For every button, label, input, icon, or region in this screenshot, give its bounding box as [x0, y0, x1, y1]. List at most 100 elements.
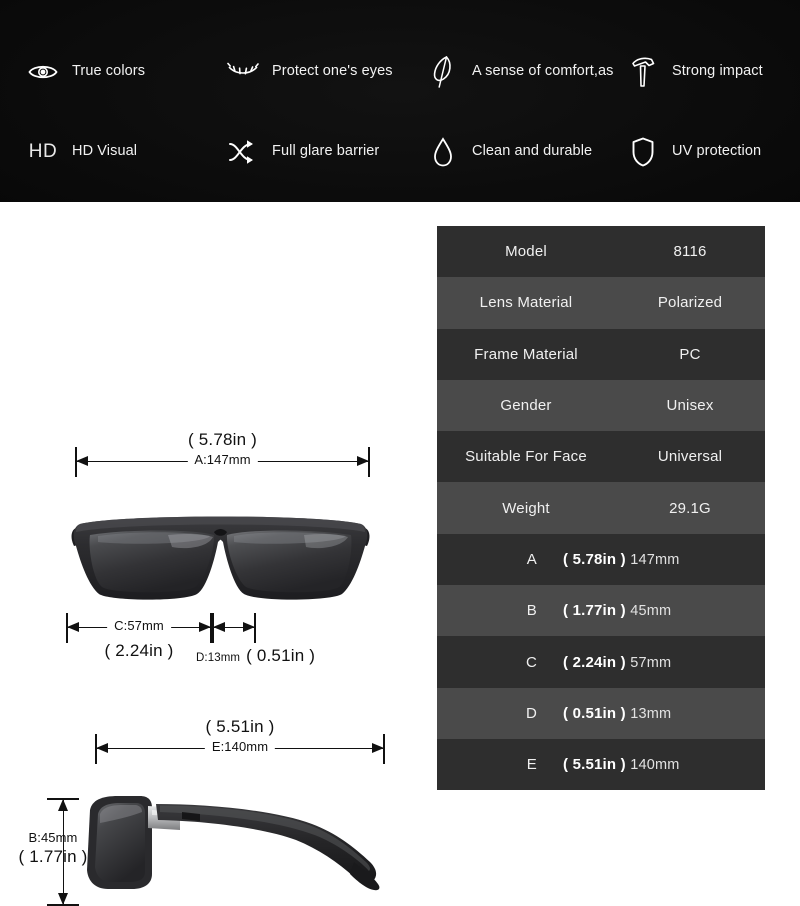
dimension-d-labels: D:13mm ( 0.51in ) — [196, 646, 315, 666]
spec-value-mm: 147mm — [630, 551, 680, 568]
feature-label: A sense of comfort,as — [472, 63, 614, 80]
spec-key: Weight — [502, 499, 550, 517]
spec-row: A( 5.78in ) 147mm — [437, 533, 765, 586]
spec-value-inches: ( 0.51in ) — [563, 704, 626, 722]
spec-value: ( 5.51in ) 140mm — [537, 756, 765, 773]
product-diagram-panel: ( 5.78in ) A:147mm C:57mm (2.24in) D:1… — [0, 202, 437, 906]
spec-value: Polarized — [657, 294, 723, 312]
dimension-d-arrow — [212, 613, 256, 643]
sunglasses-front-view — [68, 502, 373, 614]
feature-item-true-colors: True colors — [0, 32, 200, 112]
feature-item-protect-eyes: Protect one's eyes — [200, 32, 400, 112]
spec-key: B — [526, 602, 537, 620]
spec-row: Lens Material Polarized — [437, 277, 765, 329]
dimension-d-callout — [212, 613, 256, 643]
spec-row: E( 5.51in ) 140mm — [437, 738, 765, 791]
feature-label: Full glare barrier — [272, 143, 380, 160]
spec-key: Model — [505, 243, 547, 261]
dimension-a-callout: ( 5.78in ) A:147mm — [75, 430, 370, 477]
spec-value-inches: ( 5.78in ) — [563, 550, 626, 568]
spec-value: Universal — [657, 448, 723, 466]
specification-table: Model 8116 Lens Material Polarized Frame Mat… — [437, 226, 765, 800]
spec-key: Frame Material — [474, 345, 578, 363]
spec-key: C — [525, 653, 537, 671]
dimension-c-arrow: C:57mm — [66, 613, 212, 643]
spec-value: 29.1G — [669, 499, 711, 517]
spec-value: ( 2.24in ) 57mm — [537, 654, 765, 671]
feature-label: Protect one's eyes — [272, 63, 393, 80]
shield-icon — [626, 134, 660, 170]
spec-row: Gender Unisex — [437, 379, 765, 432]
spec-row: B( 1.77in ) 45mm — [437, 585, 765, 637]
dimension-a-arrow: A:147mm — [75, 447, 370, 477]
arrow-head-bottom — [58, 893, 69, 905]
feature-label: True colors — [72, 63, 146, 80]
feature-item-clean-durable: Clean and durable — [400, 112, 600, 192]
spec-row: Weight 29.1G — [437, 482, 765, 534]
arrow-head-right — [199, 622, 211, 632]
hammer-icon — [626, 54, 660, 90]
eye-icon — [26, 54, 60, 90]
arrow-head-right — [357, 456, 369, 466]
spec-row: C( 2.24in ) 57mm — [437, 636, 765, 688]
dimension-a-mm: A:147mm — [187, 452, 258, 467]
feature-label: UV protection — [672, 143, 762, 160]
feature-label: Strong impact — [672, 63, 763, 80]
dimension-d-mm: D:13mm — [196, 652, 241, 664]
dimension-c-inches: ( 2.24in ) — [104, 641, 174, 660]
spec-row: Frame Material PC — [437, 328, 765, 380]
spec-value-inches: ( 5.51in ) — [563, 756, 626, 774]
spec-value: ( 5.78in ) 147mm — [537, 551, 765, 568]
spec-key: Suitable For Face — [465, 448, 587, 466]
feature-item-uv-protection: UV protection — [600, 112, 800, 192]
feature-label: Clean and durable — [472, 143, 593, 160]
spec-key: A — [526, 550, 537, 568]
spec-key: Gender — [500, 397, 552, 415]
spec-value-mm: 45mm — [630, 603, 672, 620]
dimension-e-inches: ( 5.51in ) — [205, 717, 275, 736]
sunglasses-side-view — [78, 790, 388, 895]
arrow-head-left — [76, 456, 88, 466]
feature-item-comfort: A sense of comfort,as — [400, 32, 613, 112]
spec-value-inches: ( 1.77in ) — [563, 602, 626, 620]
spec-value-mm: 140mm — [630, 757, 680, 774]
spec-value-mm: 57mm — [630, 654, 672, 671]
spec-value: PC — [679, 345, 701, 363]
arrow-head-left — [67, 622, 79, 632]
arrow-head-left — [213, 622, 225, 632]
spec-value: ( 0.51in ) 13mm — [537, 705, 765, 722]
water-drop-icon — [426, 134, 460, 170]
spec-key: D — [525, 704, 537, 722]
arrow-head-left — [96, 743, 108, 753]
feature-banner: True colors Protect one's eyes A sense o… — [0, 0, 800, 202]
spec-row: Suitable For Face Universal — [437, 431, 765, 483]
arrow-head-top — [58, 799, 69, 811]
spec-value-mm: 13mm — [630, 705, 672, 722]
spec-value: Unisex — [666, 397, 714, 415]
feature-item-glare-barrier: Full glare barrier — [200, 112, 400, 192]
spec-value: ( 1.77in ) 45mm — [537, 602, 765, 619]
feature-item-strong-impact: Strong impact — [600, 32, 800, 112]
feature-row-bottom: HD HD Visual Full glare barrier Clean an… — [0, 112, 800, 192]
spec-row: Model 8116 — [437, 226, 765, 278]
feature-item-hd-visual: HD HD Visual — [0, 112, 200, 192]
dimension-e-callout: ( 5.51in ) E:140mm — [95, 717, 385, 764]
dimension-c-mm: C:57mm — [107, 618, 171, 633]
hd-text-icon: HD — [28, 141, 58, 162]
spec-value-inches: ( 2.24in ) — [563, 653, 626, 671]
feature-label: HD Visual — [72, 143, 138, 160]
spec-key: E — [526, 756, 537, 774]
spec-row: D( 0.51in ) 13mm — [437, 687, 765, 739]
dimension-d-inches: ( 0.51in ) — [246, 646, 316, 665]
dimension-e-mm: E:140mm — [204, 739, 276, 754]
feather-icon — [426, 54, 460, 90]
dimension-c-callout: C:57mm ( 2.24in ) — [66, 613, 212, 661]
dimension-a-inches: ( 5.78in ) — [187, 430, 258, 449]
spec-value: 8116 — [673, 243, 707, 261]
eyelash-icon — [226, 54, 260, 90]
spec-key: Lens Material — [479, 294, 573, 312]
feature-row-top: True colors Protect one's eyes A sense o… — [0, 32, 800, 112]
arrow-head-right — [243, 622, 255, 632]
dimension-e-arrow: E:140mm — [95, 734, 385, 764]
shuffle-arrows-icon — [226, 134, 260, 170]
